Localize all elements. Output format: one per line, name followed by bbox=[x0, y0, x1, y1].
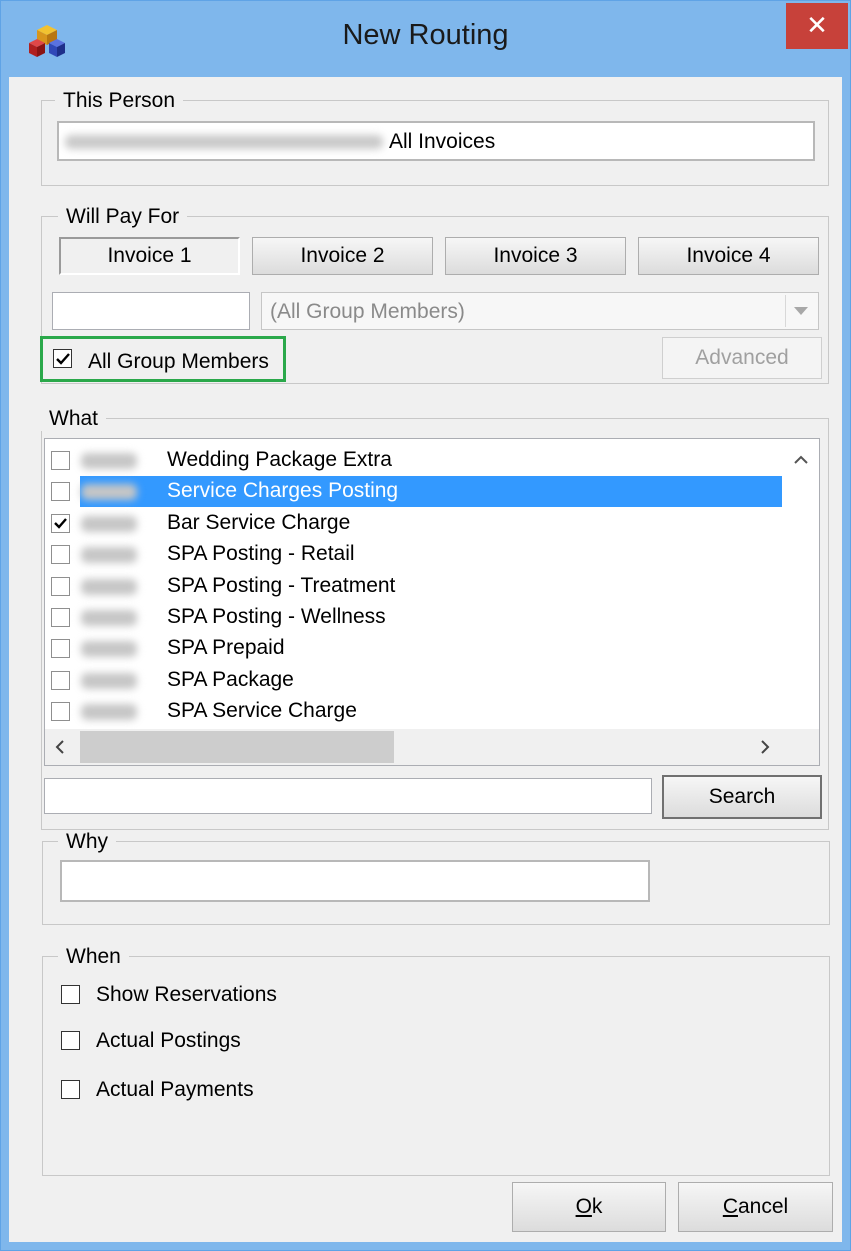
list-item-name: Wedding Package Extra bbox=[167, 448, 392, 471]
advanced-button[interactable]: Advanced bbox=[662, 337, 822, 379]
list-item-checkbox[interactable] bbox=[51, 482, 70, 502]
list-item[interactable]: Service Charges Posting bbox=[45, 476, 782, 508]
list-item-checkbox[interactable] bbox=[51, 451, 70, 470]
what-legend: What bbox=[41, 407, 107, 431]
tab-invoice-2[interactable]: Invoice 2 bbox=[252, 237, 433, 275]
invoice-4-label: Invoice 4 bbox=[686, 244, 771, 267]
cancel-label-rest: ancel bbox=[737, 1195, 789, 1218]
horizontal-scrollbar[interactable] bbox=[45, 729, 819, 765]
close-button[interactable]: ✕ bbox=[786, 3, 848, 49]
redacted-item-code bbox=[81, 453, 137, 469]
list-item[interactable]: SPA Package bbox=[45, 665, 782, 696]
what-list[interactable]: Wedding Package Extra Service Charges Pos… bbox=[44, 438, 820, 766]
what-search-input[interactable] bbox=[44, 778, 652, 814]
vertical-scrollbar[interactable] bbox=[784, 439, 819, 729]
horizontal-scroll-thumb[interactable] bbox=[80, 731, 394, 763]
list-item-checkbox[interactable] bbox=[51, 702, 70, 722]
search-label: Search bbox=[708, 785, 776, 808]
chevron-up-icon[interactable] bbox=[794, 455, 808, 464]
when-legend: When bbox=[58, 945, 129, 969]
list-item[interactable]: SPA Service Charge bbox=[45, 696, 782, 727]
list-item-name: Bar Service Charge bbox=[167, 510, 351, 534]
window-title: New Routing bbox=[342, 19, 509, 51]
why-legend: Why bbox=[58, 830, 116, 854]
actual-postings-checkbox[interactable] bbox=[61, 1031, 80, 1050]
chevron-down-icon[interactable] bbox=[785, 295, 816, 327]
list-item-name: SPA Posting - Treatment bbox=[167, 573, 396, 597]
this-person-legend: This Person bbox=[55, 89, 184, 113]
search-button[interactable]: Search bbox=[662, 775, 822, 819]
list-item[interactable]: SPA Prepaid bbox=[45, 633, 782, 664]
redacted-item-code bbox=[81, 704, 137, 721]
checkmark-icon bbox=[54, 518, 67, 529]
room-number-input[interactable] bbox=[52, 292, 250, 330]
why-input[interactable] bbox=[60, 860, 650, 902]
redacted-item-code bbox=[81, 547, 137, 564]
redacted-item-code bbox=[81, 484, 137, 501]
all-group-members-label[interactable]: All Group Members bbox=[88, 350, 269, 374]
list-item-name: SPA Package bbox=[167, 667, 294, 691]
cancel-button[interactable]: Cancel bbox=[678, 1182, 833, 1232]
tab-invoice-1[interactable]: Invoice 1 bbox=[59, 237, 240, 275]
list-item[interactable]: SPA Posting - Retail bbox=[45, 539, 782, 570]
list-item-checkbox[interactable] bbox=[51, 670, 70, 690]
invoice-2-label: Invoice 2 bbox=[300, 244, 385, 267]
list-item[interactable]: SPA Posting - Wellness bbox=[45, 602, 782, 633]
new-routing-window: New Routing ✕ This Person All Invoices W… bbox=[0, 0, 851, 1251]
this-person-value: All Invoices bbox=[389, 130, 496, 153]
ok-label-rest: k bbox=[591, 1195, 603, 1218]
this-person-field[interactable]: All Invoices bbox=[57, 121, 815, 161]
invoice-1-label: Invoice 1 bbox=[107, 244, 192, 267]
show-reservations-label[interactable]: Show Reservations bbox=[96, 983, 277, 1007]
what-list-rows: Wedding Package Extra Service Charges Pos… bbox=[45, 445, 782, 729]
list-item-name: Service Charges Posting bbox=[167, 479, 399, 503]
tab-invoice-4[interactable]: Invoice 4 bbox=[638, 237, 819, 275]
list-item-checkbox[interactable] bbox=[51, 639, 70, 659]
list-item-checkbox[interactable] bbox=[51, 545, 70, 565]
redacted-item-code bbox=[81, 672, 137, 689]
show-reservations-checkbox[interactable] bbox=[61, 985, 80, 1004]
list-item-checkbox[interactable] bbox=[51, 576, 70, 596]
ok-button[interactable]: Ok bbox=[512, 1182, 666, 1232]
close-icon: ✕ bbox=[806, 10, 828, 40]
list-item-checkbox[interactable] bbox=[51, 608, 70, 627]
all-group-members-checkbox[interactable] bbox=[53, 349, 72, 368]
list-item[interactable]: Bar Service Charge bbox=[45, 508, 782, 539]
ok-label: Ok bbox=[576, 1195, 603, 1219]
cancel-label: Cancel bbox=[723, 1195, 788, 1219]
list-item-name: SPA Prepaid bbox=[167, 636, 285, 660]
actual-payments-label[interactable]: Actual Payments bbox=[96, 1078, 254, 1102]
dialog-client-area: This Person All Invoices Will Pay For In… bbox=[9, 77, 842, 1242]
actual-postings-label[interactable]: Actual Postings bbox=[96, 1029, 241, 1053]
checkmark-icon bbox=[55, 352, 70, 365]
chevron-right-icon[interactable] bbox=[761, 740, 770, 754]
invoice-3-label: Invoice 3 bbox=[493, 244, 578, 267]
redacted-item-code bbox=[81, 515, 137, 532]
tab-invoice-3[interactable]: Invoice 3 bbox=[445, 237, 626, 275]
cancel-accelerator: C bbox=[722, 1195, 738, 1218]
group-member-combo[interactable]: (All Group Members) bbox=[261, 292, 819, 330]
redacted-person-name bbox=[65, 135, 383, 149]
list-item[interactable]: SPA Posting - Treatment bbox=[45, 571, 782, 602]
ok-accelerator: O bbox=[575, 1195, 592, 1218]
list-item-name: SPA Posting - Retail bbox=[167, 542, 355, 566]
redacted-item-code bbox=[81, 578, 137, 595]
redacted-item-code bbox=[81, 641, 137, 658]
will-pay-for-legend: Will Pay For bbox=[58, 205, 188, 229]
advanced-label: Advanced bbox=[695, 346, 789, 369]
list-item[interactable]: Wedding Package Extra bbox=[45, 445, 782, 476]
group-member-combo-value: (All Group Members) bbox=[270, 300, 465, 323]
list-item-name: SPA Service Charge bbox=[167, 699, 357, 723]
redacted-item-code bbox=[81, 610, 137, 626]
list-item-name: SPA Posting - Wellness bbox=[167, 605, 386, 628]
chevron-left-icon[interactable] bbox=[55, 740, 64, 754]
list-item-checkbox[interactable] bbox=[51, 513, 70, 533]
actual-payments-checkbox[interactable] bbox=[61, 1080, 80, 1099]
title-bar[interactable]: New Routing ✕ bbox=[1, 1, 850, 77]
